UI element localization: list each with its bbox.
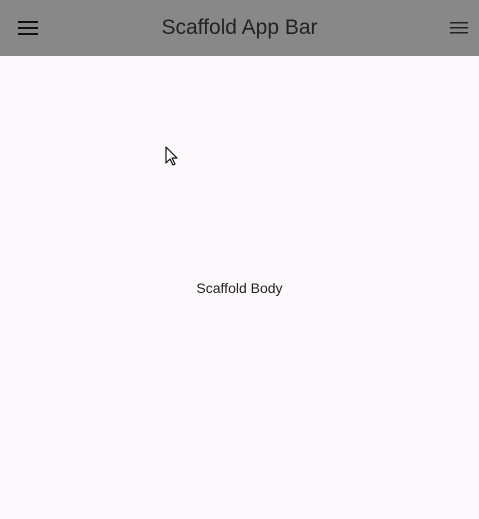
mouse-pointer-icon	[165, 146, 178, 166]
scaffold-app: Scaffold App Bar Scaffold Body	[0, 0, 479, 519]
app-bar-title: Scaffold App Bar	[161, 16, 318, 39]
scaffold-body: Scaffold Body	[0, 56, 479, 519]
overflow-menu-icon	[450, 22, 468, 34]
body-text: Scaffold Body	[196, 279, 283, 296]
drawer-menu-button[interactable]	[8, 8, 48, 48]
app-bar: Scaffold App Bar	[0, 0, 479, 56]
overflow-menu-button[interactable]	[439, 8, 479, 48]
hamburger-menu-icon	[18, 21, 38, 35]
